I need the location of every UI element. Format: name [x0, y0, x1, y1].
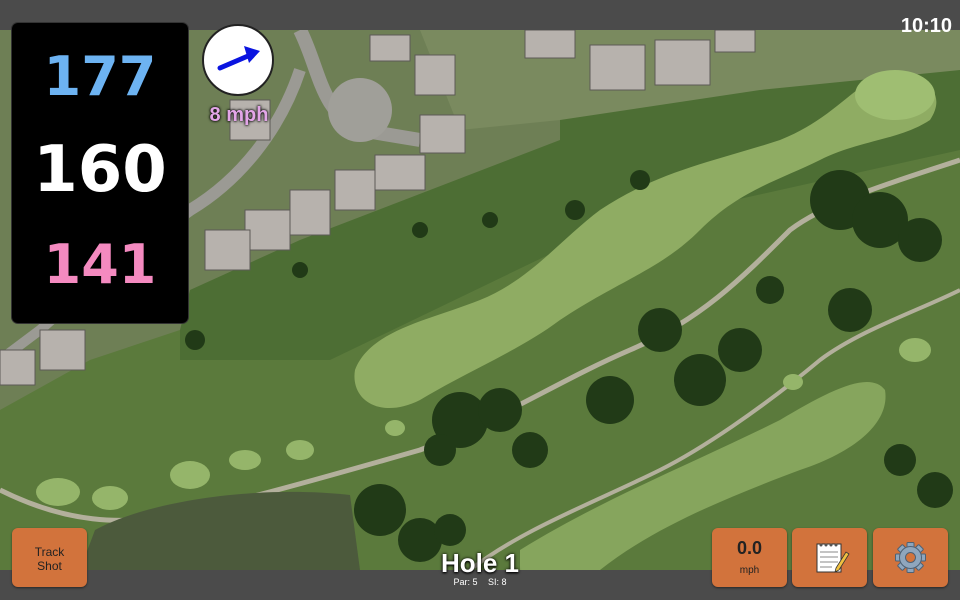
back-distance: 177	[43, 45, 157, 108]
track-shot-button[interactable]: Track Shot	[12, 528, 87, 587]
hole-par: Par: 5	[453, 577, 478, 587]
middle-distance: 160	[33, 133, 167, 207]
wind-speed-button[interactable]: 0.0 mph	[712, 528, 787, 587]
hole-details: Par: 5 SI: 8	[380, 577, 580, 587]
arrow-icon	[217, 46, 260, 71]
wind-direction-indicator[interactable]	[202, 24, 274, 96]
wind-speed-value: 0.0	[736, 538, 763, 558]
wind-speed-unit: mph	[739, 565, 760, 576]
distance-panel: 177 160 141	[12, 23, 188, 323]
front-distance: 141	[43, 233, 157, 296]
gear-icon	[895, 542, 926, 573]
wind-speed-label: 8 mph	[209, 104, 269, 126]
settings-button[interactable]	[873, 528, 948, 587]
hole-title: Hole 1	[440, 548, 520, 578]
notes-button[interactable]	[792, 528, 867, 587]
hole-stroke-index: SI: 8	[488, 577, 507, 587]
track-shot-label-line2: Shot	[37, 559, 62, 573]
track-shot-label-line1: Track	[34, 545, 65, 559]
notepad-icon	[816, 543, 850, 573]
status-time: 10:10	[900, 15, 952, 37]
